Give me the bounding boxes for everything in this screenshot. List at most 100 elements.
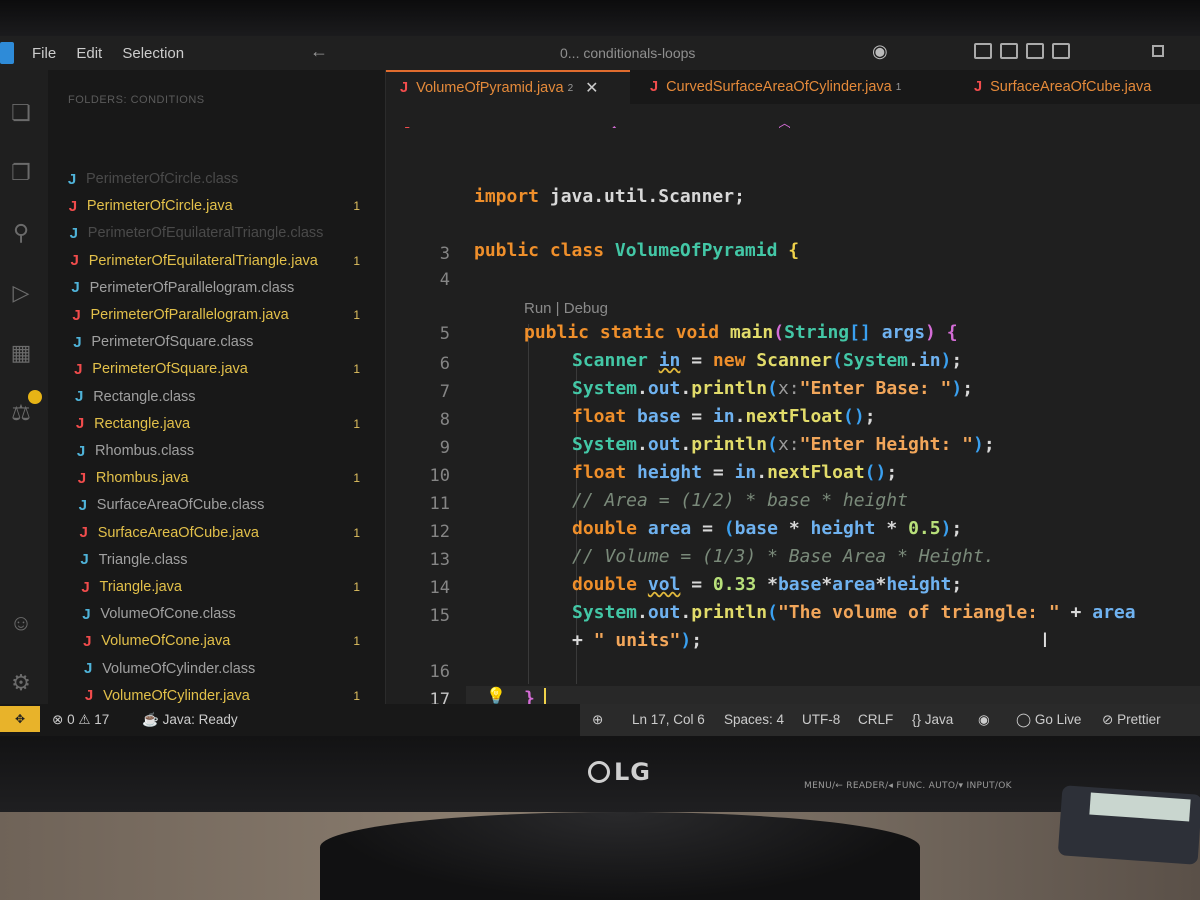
file-item-java[interactable]: J PerimeterOfEquilateralTriangle.java 1: [48, 248, 386, 274]
run-debug-codelens[interactable]: Run | Debug: [524, 300, 608, 317]
line-number: 10: [429, 466, 450, 486]
class-file-icon: J: [76, 442, 86, 460]
activity-bar: ❏ ❐ ⚲ ▷ ▦ ⚖ ☺ ⚙: [0, 70, 48, 704]
copilot-status-icon[interactable]: ◉: [978, 712, 990, 728]
file-item-class[interactable]: J PerimeterOfEquilateralTriangle.class: [48, 220, 386, 246]
layout-toggle-secondary-icon[interactable]: [1026, 43, 1044, 59]
file-name: Rhombus.java: [95, 470, 189, 487]
code-line: double area = (base * height * 0.5);: [572, 518, 963, 539]
menu-selection[interactable]: Selection: [122, 45, 184, 62]
tab-volume-of-pyramid[interactable]: J VolumeOfPyramid.java 2 ✕: [386, 70, 630, 104]
line-number: 6: [439, 354, 450, 374]
tab-problem-count: 1: [895, 81, 902, 93]
code-line: import java.util.Scanner;: [474, 186, 745, 207]
remote-indicator-icon[interactable]: ✥: [0, 706, 40, 732]
code-line: + " units");: [572, 630, 703, 651]
file-item-class[interactable]: J SurfaceAreaOfCube.class: [48, 492, 386, 518]
code-line: float height = in.nextFloat();: [572, 462, 898, 483]
tab-curved-surface-area[interactable]: J CurvedSurfaceAreaOfCylinder.java 1: [650, 70, 901, 104]
go-live-button[interactable]: ◯ Go Live: [1016, 712, 1081, 728]
window-title: 0... conditionals-loops: [560, 45, 696, 61]
monitor-button-labels: MENU/← READER/◂ FUNC. AUTO/▾ INPUT/OK: [804, 781, 1012, 791]
file-item-java[interactable]: J PerimeterOfParallelogram.java 1: [48, 302, 386, 328]
line-number: 13: [429, 550, 450, 570]
problem-count-badge: 1: [353, 199, 360, 214]
java-file-icon: J: [79, 524, 88, 542]
java-file-icon: J: [68, 197, 78, 215]
close-tab-icon[interactable]: ✕: [585, 78, 598, 98]
cursor-position[interactable]: Ln 17, Col 6: [632, 712, 705, 727]
file-name: SurfaceAreaOfCube.class: [96, 497, 265, 514]
file-item-java[interactable]: J Triangle.java 1: [48, 574, 386, 600]
menu-bar: File Edit Selection: [32, 45, 200, 62]
file-item-class[interactable]: J Triangle.class: [48, 547, 386, 573]
error-icon: ⊗: [52, 712, 64, 727]
testing-flask-icon[interactable]: ⚖: [8, 400, 34, 426]
file-item-class[interactable]: J PerimeterOfParallelogram.class: [48, 275, 386, 301]
file-item-java[interactable]: J Rectangle.java 1: [48, 411, 386, 437]
file-name: SurfaceAreaOfCube.java: [97, 524, 259, 541]
class-file-icon: J: [80, 551, 89, 569]
file-item-class[interactable]: J PerimeterOfCircle.class: [48, 166, 386, 192]
monitor-brand-logo: LG: [588, 758, 651, 786]
back-arrow-icon[interactable]: ←: [310, 41, 328, 62]
line-number: 14: [429, 578, 450, 598]
java-file-icon: J: [70, 252, 79, 270]
layout-customize-icon[interactable]: [1052, 43, 1070, 59]
code-comment: // Area = (1/2) * base * height: [572, 490, 908, 511]
file-item-class[interactable]: J Rectangle.class: [48, 384, 386, 410]
zoom-icon[interactable]: ⊕: [592, 712, 603, 728]
menu-file[interactable]: File: [32, 45, 56, 62]
file-item-java[interactable]: J PerimeterOfCircle.java 1: [48, 193, 386, 219]
braces-icon: {}: [912, 712, 922, 727]
vscode-logo-icon: [0, 42, 14, 64]
encoding[interactable]: UTF-8: [802, 712, 840, 727]
explorer-sidebar: FOLDERS: CONDITIONS J PerimeterOfCircle.c…: [48, 70, 386, 732]
code-editor[interactable]: import java.util.Scanner; public class V…: [466, 128, 1200, 736]
monitor-top-bezel: [0, 0, 1200, 36]
search-icon[interactable]: ⚲: [8, 220, 34, 246]
lightbulb-icon[interactable]: 💡: [486, 686, 506, 706]
prettier-button[interactable]: ⊘ Prettier: [1102, 712, 1161, 728]
file-item-java[interactable]: J Rhombus.java 1: [48, 465, 386, 491]
tab-problem-count: 2: [567, 82, 574, 94]
language-mode[interactable]: {} Java: [912, 712, 953, 727]
maximize-window-icon[interactable]: [1152, 45, 1164, 57]
settings-gear-icon[interactable]: ⚙: [8, 670, 34, 696]
file-item-class[interactable]: J PerimeterOfSquare.class: [48, 329, 386, 355]
status-bar: ✥ ⊗ 0 ⚠ 17 ☕ Java: Ready ⊕ Ln 17, Col 6 …: [0, 704, 1200, 736]
run-debug-icon[interactable]: ▷: [8, 280, 34, 306]
file-item-class[interactable]: J VolumeOfCylinder.class: [48, 656, 386, 682]
code-line: System.out.println(x:"Enter Base: ");: [572, 378, 974, 399]
file-item-class[interactable]: J VolumeOfCone.class: [48, 601, 386, 627]
account-icon[interactable]: ☺: [8, 610, 34, 636]
file-item-java[interactable]: J VolumeOfCone.java 1: [48, 628, 386, 654]
file-item-java[interactable]: J PerimeterOfSquare.java 1: [48, 356, 386, 382]
java-file-icon: J: [650, 79, 659, 95]
explorer-icon[interactable]: ❏: [8, 100, 34, 126]
line-number: 8: [439, 410, 450, 430]
java-file-icon: J: [77, 469, 87, 487]
layout-toggle-sidebar-icon[interactable]: [974, 43, 992, 59]
code-line: System.out.println(x:"Enter Height: ");: [572, 434, 995, 455]
layout-toggle-panel-icon[interactable]: [1000, 43, 1018, 59]
file-item-class[interactable]: J Rhombus.class: [48, 438, 386, 464]
code-line: double vol = 0.33 *base*area*height;: [572, 574, 963, 595]
go-live-label: Go Live: [1034, 712, 1082, 727]
tab-label: SurfaceAreaOfCube.java: [990, 79, 1152, 95]
copy-files-icon[interactable]: ❐: [8, 160, 34, 186]
file-item-java[interactable]: J SurfaceAreaOfCube.java 1: [48, 520, 386, 546]
explorer-header: FOLDERS: CONDITIONS: [68, 94, 205, 106]
java-status[interactable]: ☕ Java: Ready: [142, 712, 238, 728]
tab-surface-area-cube[interactable]: J SurfaceAreaOfCube.java: [974, 70, 1151, 104]
line-number: 12: [429, 522, 450, 542]
line-number: 11: [429, 494, 450, 514]
menu-edit[interactable]: Edit: [76, 45, 102, 62]
copilot-icon[interactable]: ◉: [872, 41, 888, 62]
line-ending[interactable]: CRLF: [858, 712, 893, 727]
extensions-icon[interactable]: ▦: [8, 340, 34, 366]
code-line: public class VolumeOfPyramid {: [474, 240, 800, 261]
problems-indicator[interactable]: ⊗ 0 ⚠ 17: [52, 712, 109, 728]
line-number: 3: [439, 244, 450, 264]
indentation[interactable]: Spaces: 4: [724, 712, 784, 727]
